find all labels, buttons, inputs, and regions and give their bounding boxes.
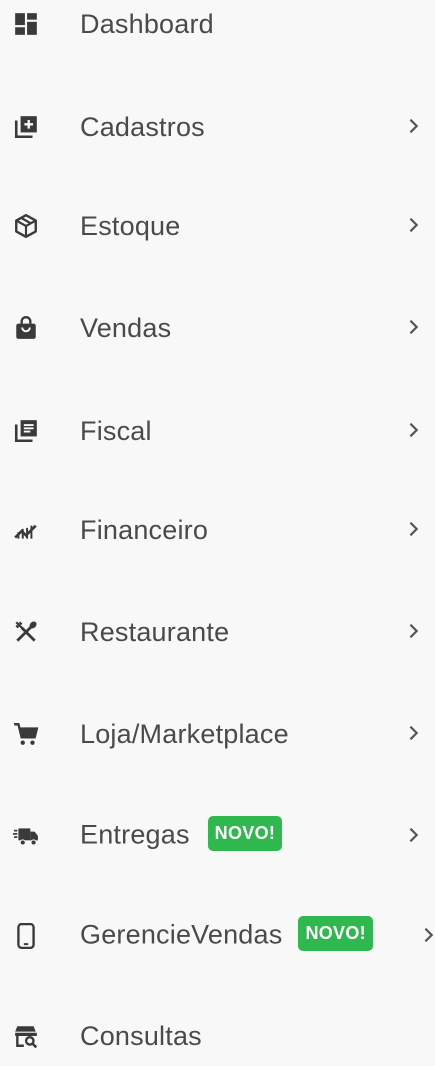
chevron-right-icon	[405, 117, 425, 137]
sidebar-item-financeiro[interactable]: Financeiro	[0, 500, 435, 560]
sidebar-item-label: Fiscal	[80, 415, 152, 446]
chevron-right-icon	[405, 216, 425, 236]
sidebar-item-fiscal[interactable]: Fiscal	[0, 401, 435, 461]
sidebar-item-cadastros[interactable]: Cadastros	[0, 97, 435, 157]
sidebar-item-entregas[interactable]: Entregas NOVO!	[0, 806, 435, 866]
sidebar-item-label: Consultas	[80, 1020, 202, 1051]
sidebar-item-label: Cadastros	[80, 111, 205, 142]
box-icon	[12, 212, 40, 240]
add-box-icon	[12, 113, 40, 141]
chevron-right-icon	[405, 826, 425, 846]
utensils-icon	[12, 618, 40, 646]
sidebar-menu: Dashboard Cadastros Estoque Vendas Fisca…	[0, 0, 435, 1056]
chevron-right-icon	[405, 520, 425, 540]
sidebar-item-estoque[interactable]: Estoque	[0, 196, 435, 256]
dashboard-icon	[12, 10, 40, 38]
search-register-icon	[12, 1022, 40, 1050]
sidebar-item-restaurante[interactable]: Restaurante	[0, 602, 435, 662]
sidebar-item-label: Dashboard	[80, 8, 214, 39]
chart-up-icon	[12, 516, 40, 544]
cart-icon	[12, 720, 40, 748]
sidebar-item-dashboard[interactable]: Dashboard	[0, 0, 435, 54]
sidebar-item-loja-marketplace[interactable]: Loja/Marketplace	[0, 704, 435, 764]
smartphone-icon	[12, 922, 40, 950]
sidebar-item-consultas[interactable]: Consultas	[0, 1006, 435, 1066]
chevron-right-icon	[405, 421, 425, 441]
item-text: GerencieVendas	[80, 919, 283, 950]
truck-icon	[12, 822, 40, 850]
chevron-right-icon	[405, 318, 425, 338]
sidebar-item-label: Entregas NOVO!	[80, 815, 283, 854]
chevron-right-icon	[420, 926, 435, 946]
document-list-icon	[12, 417, 40, 445]
sidebar-item-label: Restaurante	[80, 616, 230, 647]
sidebar-item-label: Loja/Marketplace	[80, 718, 289, 749]
item-text: Entregas	[80, 819, 190, 850]
sidebar-item-vendas[interactable]: Vendas	[0, 298, 435, 358]
sidebar-item-label: Estoque	[80, 210, 181, 241]
chevron-right-icon	[405, 622, 425, 642]
sidebar-item-gerencievendas[interactable]: GerencieVendas NOVO!	[0, 906, 435, 966]
shopping-bag-icon	[12, 314, 40, 342]
new-badge: NOVO!	[298, 915, 373, 951]
chevron-right-icon	[405, 724, 425, 744]
sidebar-item-label: Vendas	[80, 312, 172, 343]
sidebar-item-label: GerencieVendas NOVO!	[80, 915, 373, 954]
sidebar-item-label: Financeiro	[80, 514, 209, 545]
new-badge: NOVO!	[207, 815, 283, 851]
